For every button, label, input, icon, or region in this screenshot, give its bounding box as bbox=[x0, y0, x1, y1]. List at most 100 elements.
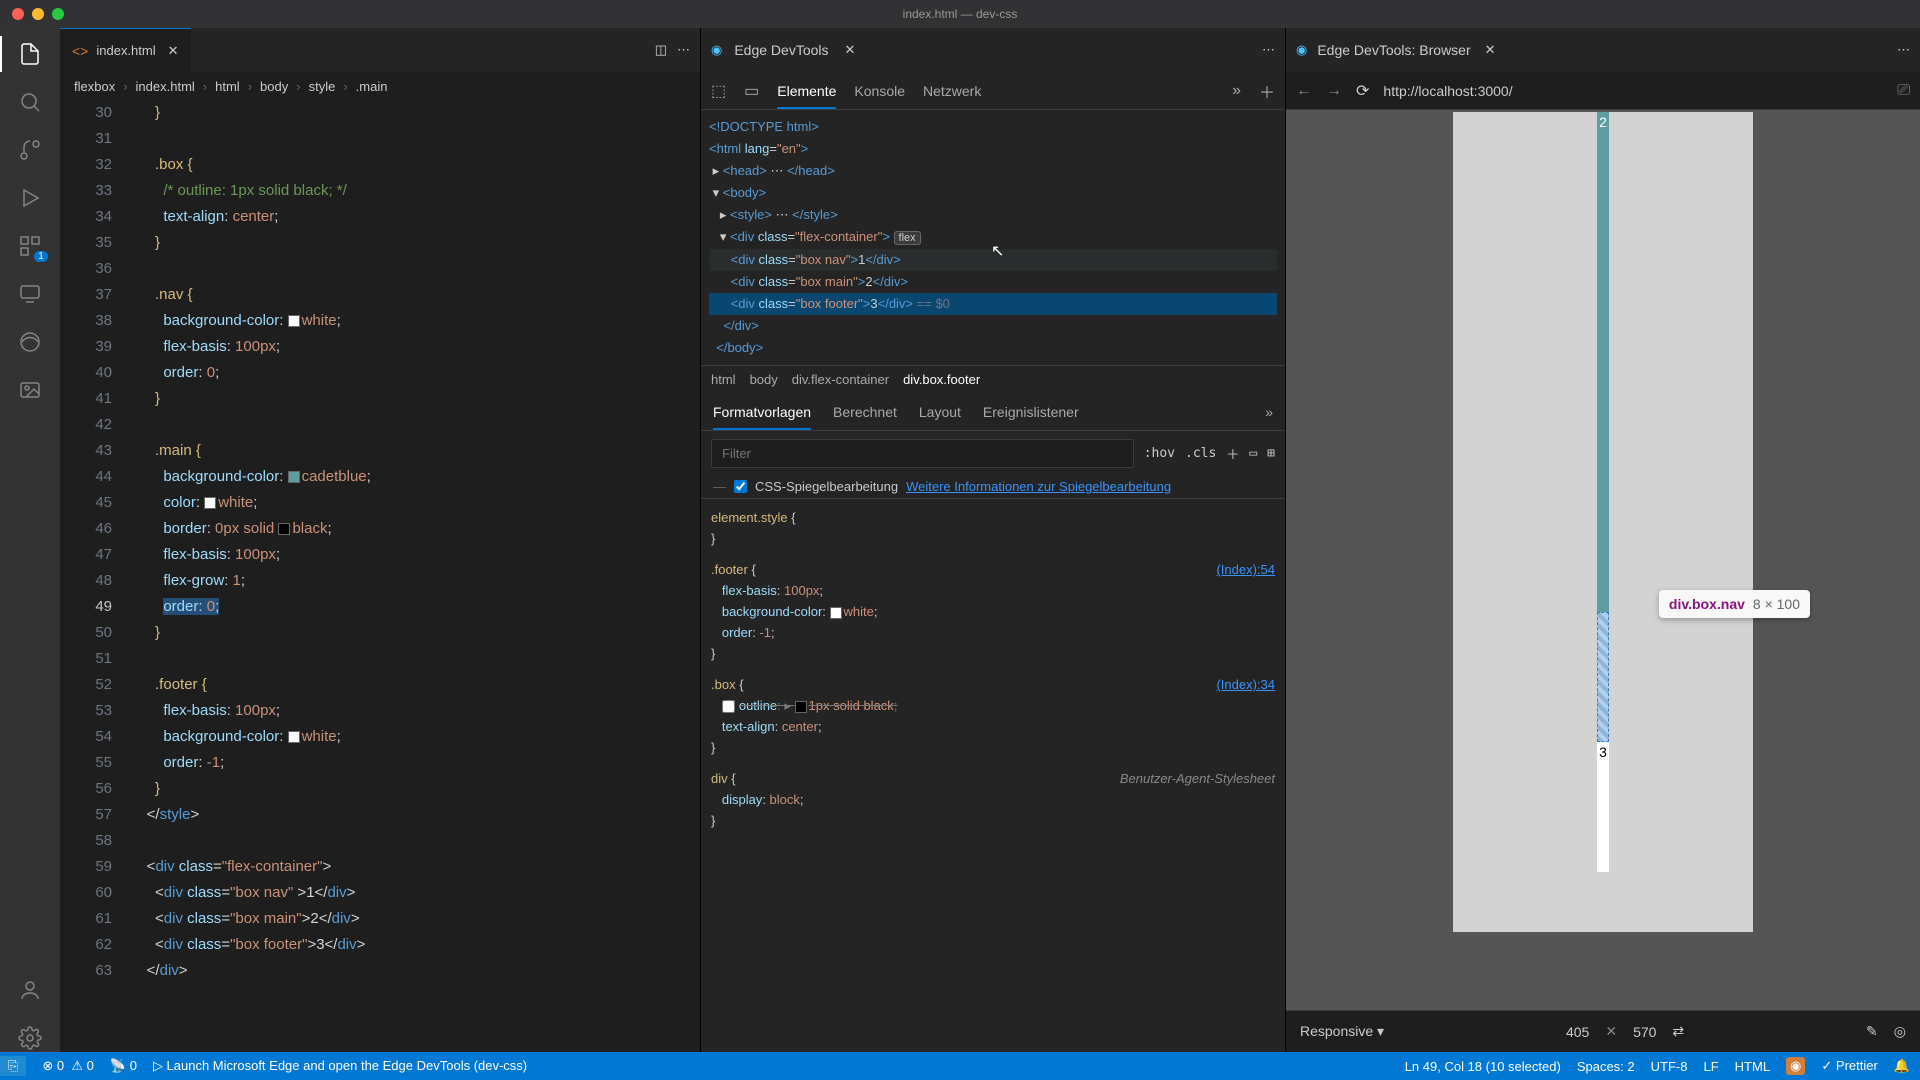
devtools-tab-title[interactable]: Edge DevTools bbox=[734, 42, 828, 58]
device-icon[interactable]: ▭ bbox=[744, 81, 759, 101]
mirror-row: — CSS-Spiegelbearbeitung Weitere Informa… bbox=[701, 475, 1285, 499]
remote-icon[interactable] bbox=[16, 280, 44, 308]
eyedropper-icon[interactable]: ✎ bbox=[1866, 1023, 1878, 1040]
styles-panel[interactable]: element.style {}(Index):54.footer { flex… bbox=[701, 499, 1285, 1052]
screenshot-icon[interactable]: ⎚ bbox=[1897, 82, 1910, 100]
scm-icon[interactable] bbox=[16, 136, 44, 164]
titlebar: index.html — dev-css bbox=[0, 0, 1920, 28]
mirror-checkbox[interactable] bbox=[734, 480, 747, 493]
styles-filter-row: :hov .cls ＋ ▭ ⊞ bbox=[701, 431, 1285, 475]
breadcrumb-item[interactable]: style bbox=[309, 79, 336, 94]
dom-bc-item[interactable]: body bbox=[750, 372, 778, 387]
chevron-right-icon[interactable]: » bbox=[1232, 82, 1241, 100]
breadcrumb-item[interactable]: .main bbox=[356, 79, 388, 94]
bell-icon[interactable]: 🔔 bbox=[1894, 1058, 1910, 1074]
cursor-position[interactable]: Ln 49, Col 18 (10 selected) bbox=[1405, 1059, 1561, 1074]
errors[interactable]: ⊗ 0 ⚠ 0 bbox=[42, 1058, 93, 1074]
dom-breadcrumb[interactable]: html body div.flex-container div.box.footer bbox=[701, 365, 1285, 393]
max-dot[interactable] bbox=[52, 8, 64, 20]
edge-icon: ◉ bbox=[711, 42, 722, 58]
activity-bar: 1 bbox=[0, 28, 60, 1052]
breadcrumb[interactable]: flexbox›index.html›html›body›style›.main bbox=[60, 72, 700, 100]
viewport-width[interactable]: 405 bbox=[1566, 1024, 1589, 1040]
styles-tabs: Formatvorlagen Berechnet Layout Ereignislis… bbox=[701, 393, 1285, 431]
browser-viewport[interactable]: 2 3 div.box.nav8 × 100 bbox=[1286, 110, 1920, 1010]
plus-icon[interactable]: ＋ bbox=[1259, 79, 1275, 103]
mirror-link[interactable]: Weitere Informationen zur Spiegelbearbei… bbox=[906, 479, 1171, 494]
devtools-tab[interactable]: Elemente bbox=[777, 83, 836, 109]
computed-icon[interactable]: ⊞ bbox=[1267, 446, 1275, 461]
hov-toggle[interactable]: :hov bbox=[1144, 446, 1175, 461]
browser-tab-title[interactable]: Edge DevTools: Browser bbox=[1317, 42, 1470, 58]
prettier[interactable]: ✓ Prettier bbox=[1821, 1058, 1877, 1074]
more-icon[interactable]: ⋯ bbox=[1897, 42, 1910, 58]
editor-tab[interactable]: <> index.html ✕ bbox=[60, 28, 191, 72]
language[interactable]: HTML bbox=[1735, 1059, 1770, 1074]
encoding[interactable]: UTF-8 bbox=[1651, 1059, 1688, 1074]
back-icon[interactable]: ← bbox=[1296, 82, 1312, 100]
edge-status-icon[interactable]: ◉ bbox=[1786, 1057, 1805, 1075]
browser-tab-bar: ◉ Edge DevTools: Browser ✕ ⋯ bbox=[1286, 28, 1920, 72]
account-icon[interactable] bbox=[16, 976, 44, 1004]
responsive-dropdown[interactable]: Responsive ▾ bbox=[1300, 1023, 1384, 1040]
breadcrumb-item[interactable]: flexbox bbox=[74, 79, 115, 94]
browser-pane: ◉ Edge DevTools: Browser ✕ ⋯ ← → ⟳ http:… bbox=[1285, 28, 1920, 1052]
viewport-height[interactable]: 570 bbox=[1633, 1024, 1656, 1040]
dom-bc-item[interactable]: html bbox=[711, 372, 736, 387]
breadcrumb-item[interactable]: body bbox=[260, 79, 288, 94]
box-footer: 3 bbox=[1597, 742, 1609, 872]
device-icon[interactable]: ▭ bbox=[1249, 446, 1257, 461]
filter-input[interactable] bbox=[711, 439, 1134, 468]
tab-name: index.html bbox=[96, 43, 155, 58]
ports[interactable]: 📡 0 bbox=[110, 1058, 137, 1074]
plus-icon[interactable]: ＋ bbox=[1226, 444, 1239, 463]
close-dot[interactable] bbox=[12, 8, 24, 20]
close-icon[interactable]: ✕ bbox=[1485, 42, 1496, 58]
rotate-icon[interactable]: ⇄ bbox=[1672, 1023, 1684, 1040]
launch-hint[interactable]: ▷ Launch Microsoft Edge and open the Edg… bbox=[153, 1058, 527, 1074]
devtools-tab[interactable]: Netzwerk bbox=[923, 83, 981, 99]
forward-icon[interactable]: → bbox=[1326, 82, 1342, 100]
remote-indicator[interactable]: ⎘ bbox=[0, 1056, 26, 1076]
styles-tab[interactable]: Formatvorlagen bbox=[713, 404, 811, 430]
images-icon[interactable] bbox=[16, 376, 44, 404]
box-main: 2 bbox=[1597, 112, 1609, 612]
styles-tab[interactable]: Layout bbox=[919, 404, 961, 420]
chevron-right-icon[interactable]: » bbox=[1265, 404, 1273, 420]
split-icon[interactable]: ◫ bbox=[655, 42, 667, 58]
min-dot[interactable] bbox=[32, 8, 44, 20]
more-icon[interactable]: ⋯ bbox=[677, 42, 690, 58]
editor-pane: <> index.html ✕ ◫ ⋯ flexbox›index.html›h… bbox=[60, 28, 700, 1052]
eol[interactable]: LF bbox=[1703, 1059, 1718, 1074]
reload-icon[interactable]: ⟳ bbox=[1356, 81, 1369, 101]
breadcrumb-item[interactable]: html bbox=[215, 79, 240, 94]
element-tooltip: div.box.nav8 × 100 bbox=[1659, 590, 1810, 618]
extensions-icon[interactable]: 1 bbox=[16, 232, 44, 260]
inspect-icon[interactable]: ⬚ bbox=[711, 81, 726, 101]
dom-bc-item[interactable]: div.flex-container bbox=[792, 372, 889, 387]
more-icon[interactable]: ⋯ bbox=[1262, 42, 1275, 58]
styles-tab[interactable]: Berechnet bbox=[833, 404, 897, 420]
url-bar[interactable]: http://localhost:3000/ bbox=[1383, 83, 1883, 99]
debug-icon[interactable] bbox=[16, 184, 44, 212]
devtools-tab[interactable]: Konsole bbox=[854, 83, 905, 99]
code-editor[interactable]: 3031323334353637383940414243444546474849… bbox=[60, 100, 700, 1052]
close-icon[interactable]: ✕ bbox=[168, 43, 179, 59]
dom-tree[interactable]: <!DOCTYPE html> <html lang="en"> ▸ <head… bbox=[701, 110, 1285, 365]
search-icon[interactable] bbox=[16, 88, 44, 116]
box-nav-highlighted bbox=[1597, 612, 1609, 742]
window-title: index.html — dev-css bbox=[903, 7, 1018, 21]
dom-bc-item[interactable]: div.box.footer bbox=[903, 372, 980, 387]
traffic-lights bbox=[12, 8, 64, 20]
browser-toolbar: ← → ⟳ http://localhost:3000/ ⎚ bbox=[1286, 72, 1920, 110]
target-icon[interactable]: ◎ bbox=[1894, 1023, 1906, 1040]
settings-icon[interactable] bbox=[16, 1024, 44, 1052]
devtools-tab-bar: ◉ Edge DevTools ✕ ⋯ bbox=[701, 28, 1285, 72]
styles-tab[interactable]: Ereignislistener bbox=[983, 404, 1079, 420]
breadcrumb-item[interactable]: index.html bbox=[136, 79, 195, 94]
edge-icon[interactable] bbox=[16, 328, 44, 356]
close-icon[interactable]: ✕ bbox=[845, 42, 856, 58]
cls-toggle[interactable]: .cls bbox=[1185, 446, 1216, 461]
indent[interactable]: Spaces: 2 bbox=[1577, 1059, 1635, 1074]
explorer-icon[interactable] bbox=[16, 40, 44, 68]
